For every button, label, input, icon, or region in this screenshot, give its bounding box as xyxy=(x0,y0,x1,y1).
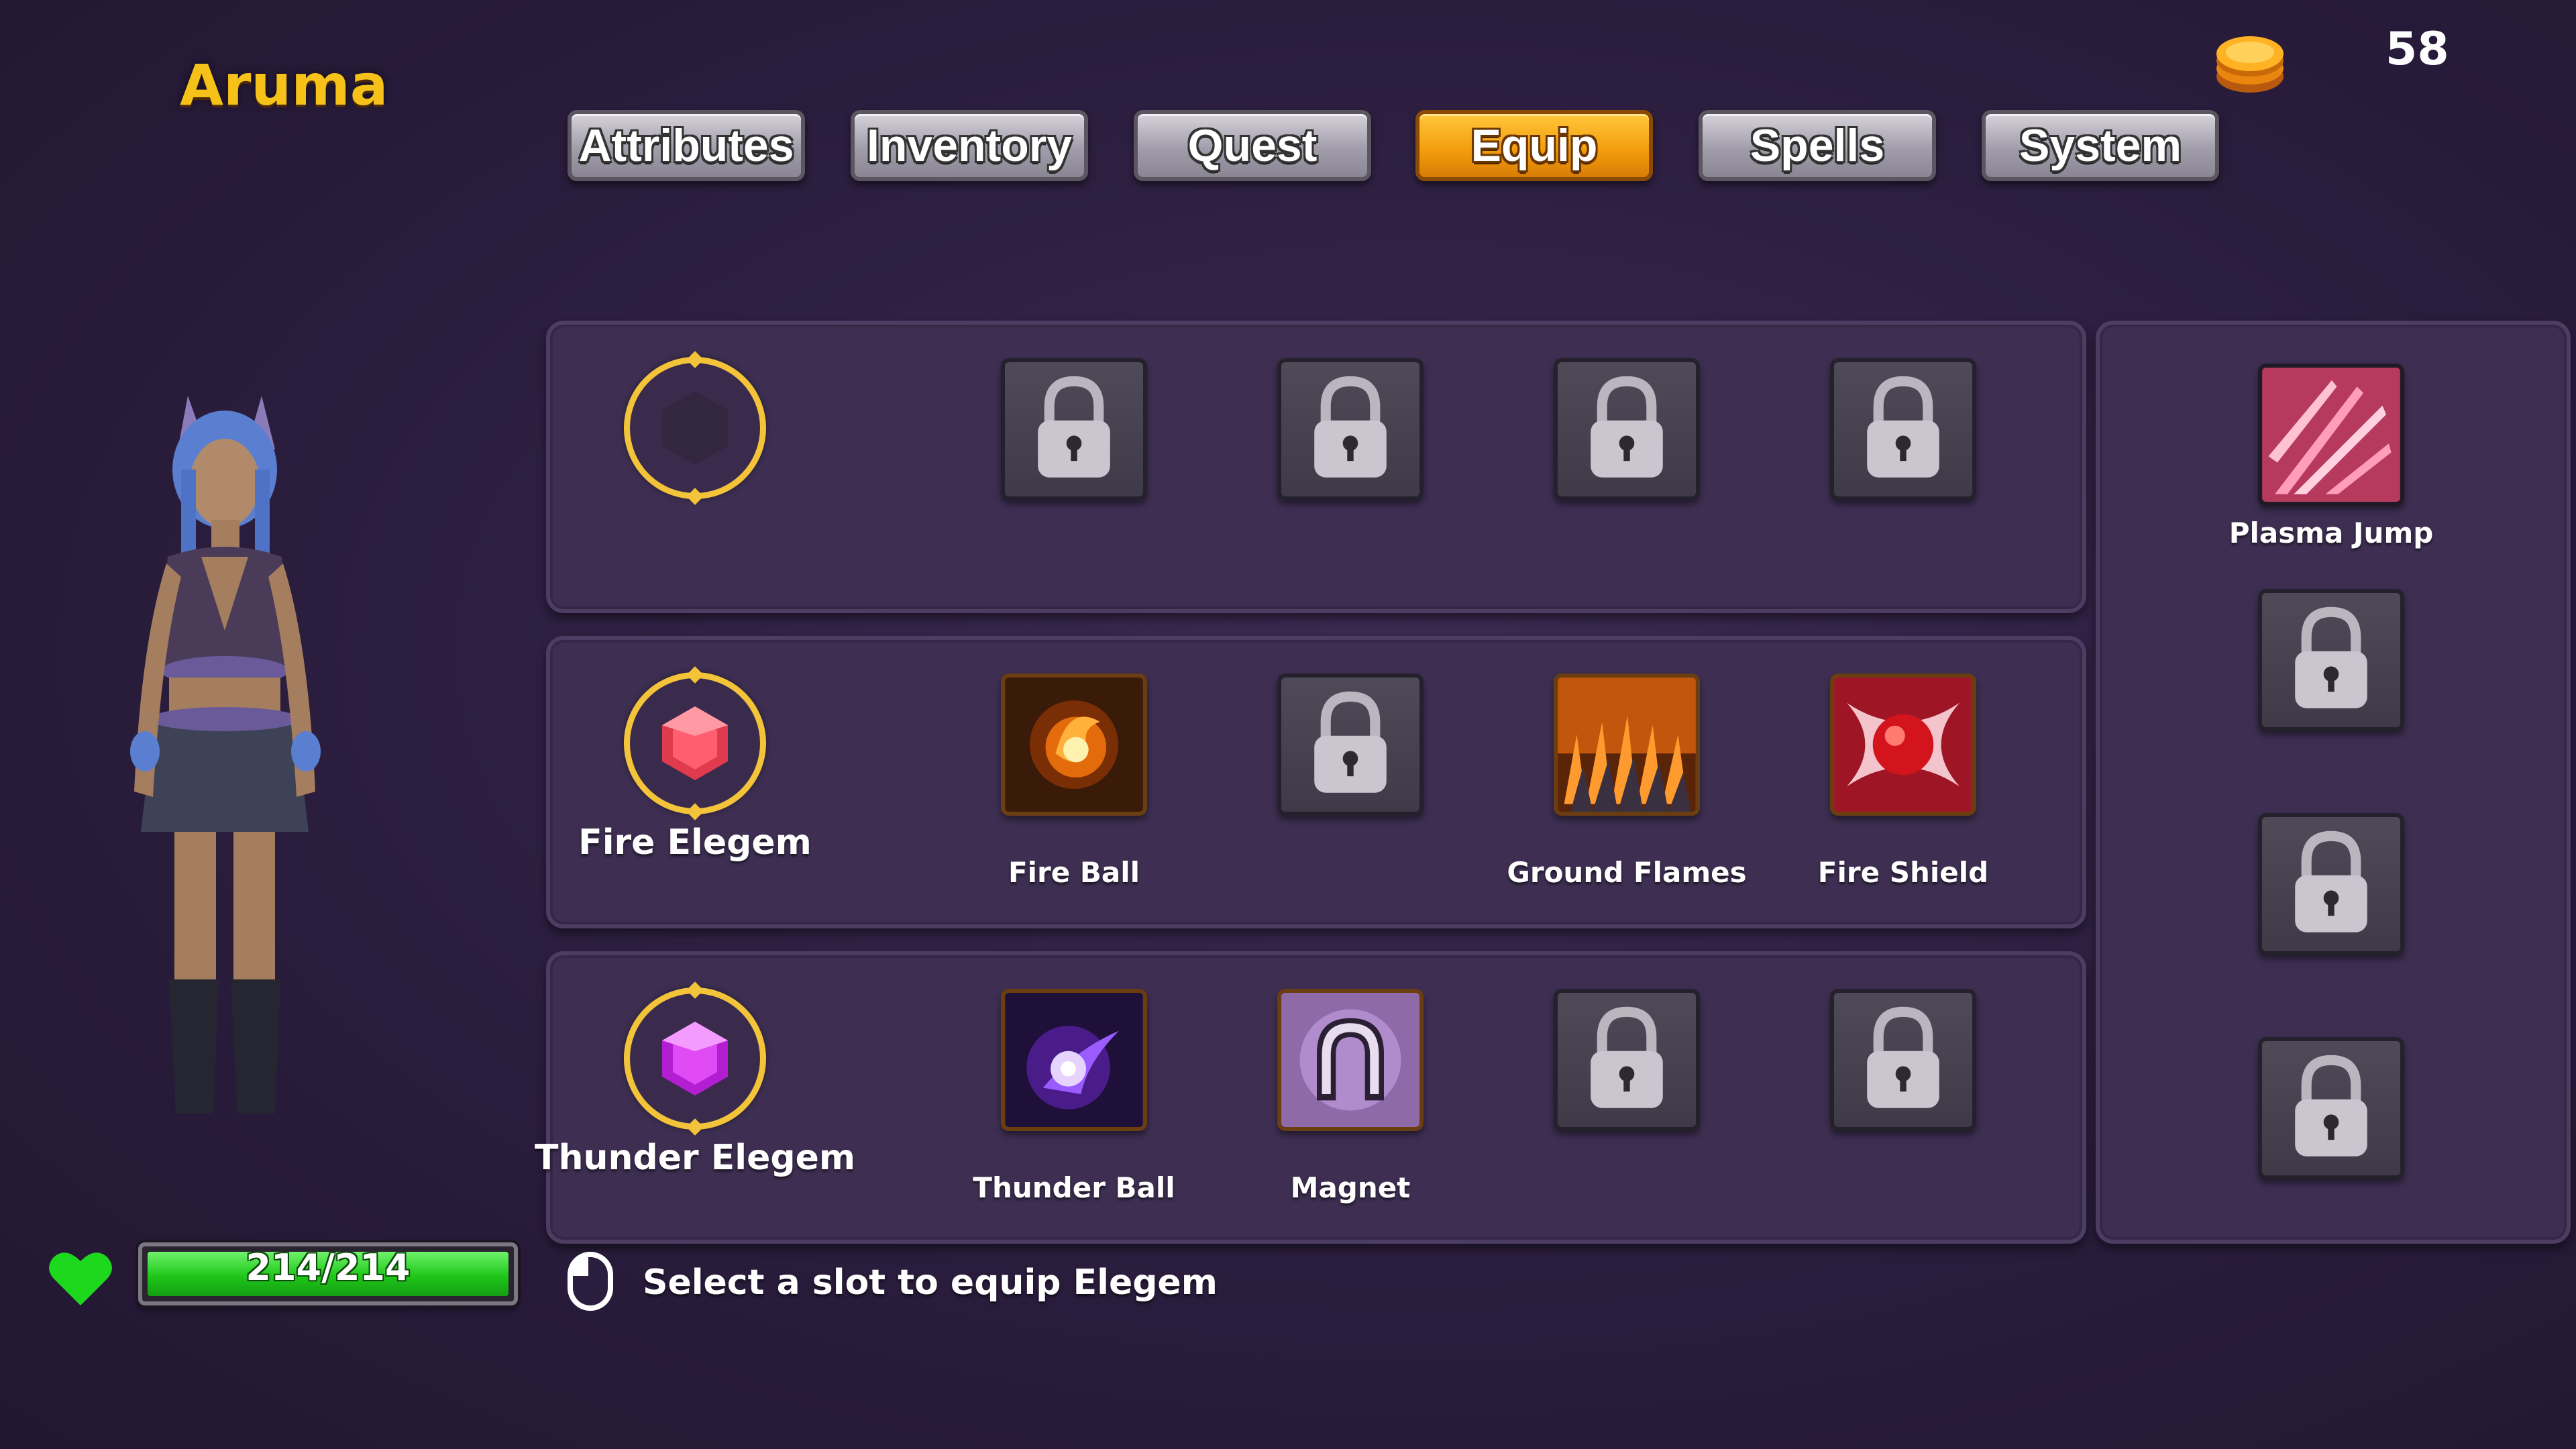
lock-icon xyxy=(1867,376,1939,478)
coin-icon xyxy=(2216,36,2284,93)
gem-socket-fire[interactable] xyxy=(624,666,766,820)
fire-gem-icon xyxy=(662,706,728,780)
character-model xyxy=(130,396,321,1114)
side-slot-4[interactable] xyxy=(2258,1037,2404,1179)
tab-equip[interactable]: Equip xyxy=(1415,110,1653,181)
lock-icon xyxy=(1867,1006,1939,1108)
slot-label-ground-flames: Ground Flames xyxy=(1507,856,1747,889)
slot-ground-flames[interactable] xyxy=(1554,674,1700,816)
slot-row1-1[interactable] xyxy=(1001,358,1147,500)
ground-flames-icon xyxy=(1558,678,1696,812)
lock-icon xyxy=(2295,606,2367,708)
coin-count: 58 xyxy=(2385,23,2449,76)
lock-icon xyxy=(2295,1055,2367,1157)
hint-text: Select a slot to equip Elegem xyxy=(643,1263,1218,1303)
lock-icon xyxy=(1591,376,1663,478)
slot-row2-2[interactable] xyxy=(1277,674,1424,816)
tab-system[interactable]: System xyxy=(1982,110,2219,181)
side-slot-2[interactable] xyxy=(2258,589,2404,731)
tab-attributes[interactable]: Attributes xyxy=(568,110,805,181)
heart-icon xyxy=(49,1252,112,1305)
gem-label-fire: Fire Elegem xyxy=(578,822,812,863)
tab-inventory[interactable]: Inventory xyxy=(851,110,1088,181)
slot-label-magnet: Magnet xyxy=(1290,1171,1411,1204)
empty-gem-icon xyxy=(662,391,728,465)
health-bar: 214/214 xyxy=(138,1242,518,1305)
slot-label-plasma-jump: Plasma Jump xyxy=(2229,517,2434,549)
health-text: 214/214 xyxy=(246,1246,411,1289)
mouse-icon xyxy=(568,1252,613,1311)
gem-label-thunder: Thunder Elegem xyxy=(534,1138,856,1178)
gem-socket-empty[interactable] xyxy=(624,351,766,505)
slot-thunder-ball[interactable] xyxy=(1001,989,1147,1131)
slot-fire-ball[interactable] xyxy=(1001,674,1147,816)
tab-quest[interactable]: Quest xyxy=(1134,110,1371,181)
plasma-jump-icon xyxy=(2262,368,2400,502)
slot-row3-3[interactable] xyxy=(1554,989,1700,1131)
fire-ball-icon xyxy=(1005,678,1143,812)
side-slot-3[interactable] xyxy=(2258,813,2404,955)
tab-spells[interactable]: Spells xyxy=(1699,110,1936,181)
thunder-ball-icon xyxy=(1005,993,1143,1127)
slot-row1-2[interactable] xyxy=(1277,358,1424,500)
slot-label-fire-ball: Fire Ball xyxy=(1008,856,1140,889)
lock-icon xyxy=(1314,376,1387,478)
slot-fire-shield[interactable] xyxy=(1830,674,1976,816)
magnet-icon xyxy=(1281,993,1419,1127)
slot-label-thunder-ball: Thunder Ball xyxy=(973,1171,1175,1204)
slot-row1-4[interactable] xyxy=(1830,358,1976,500)
character-name: Aruma xyxy=(180,52,388,118)
slot-row3-4[interactable] xyxy=(1830,989,1976,1131)
fire-shield-icon xyxy=(1834,678,1972,812)
slot-plasma-jump[interactable] xyxy=(2258,364,2404,506)
slot-magnet[interactable] xyxy=(1277,989,1424,1131)
slot-row1-3[interactable] xyxy=(1554,358,1700,500)
thunder-gem-icon xyxy=(662,1022,728,1095)
lock-icon xyxy=(2295,830,2367,932)
lock-icon xyxy=(1591,1006,1663,1108)
lock-icon xyxy=(1038,376,1110,478)
slot-label-fire-shield: Fire Shield xyxy=(1817,856,1989,889)
gem-socket-thunder[interactable] xyxy=(624,981,766,1136)
lock-icon xyxy=(1314,691,1387,793)
